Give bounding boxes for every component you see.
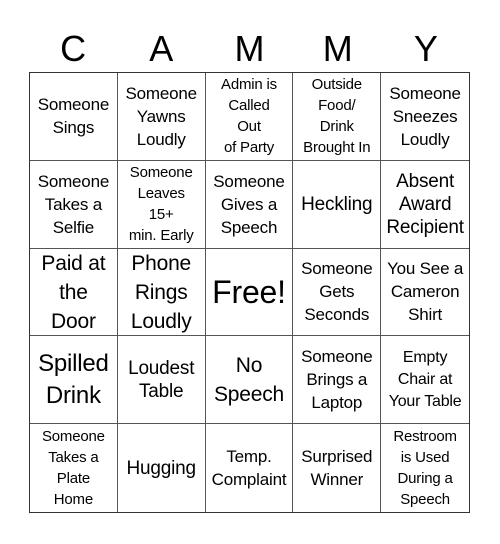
header-letter: M xyxy=(322,28,353,69)
header-letter: C xyxy=(60,28,87,69)
bingo-cell[interactable]: Phone Rings Loudly xyxy=(117,248,206,337)
bingo-cell[interactable]: Someone Brings a Laptop xyxy=(293,336,382,425)
bingo-cell[interactable]: Someone Sneezes Loudly xyxy=(381,73,469,161)
bingo-board: Someone Sings Someone Yawns Loudly Admin i… xyxy=(29,72,470,513)
bingo-cell[interactable]: Temp. Complaint xyxy=(206,424,294,512)
bingo-cell[interactable]: Outside Food/ Drink Brought In xyxy=(293,73,382,161)
bingo-cell[interactable]: No Speech xyxy=(205,336,294,425)
bingo-cell[interactable]: Paid at the Door xyxy=(30,248,118,337)
bingo-cell[interactable]: Someone Leaves 15+ min. Early xyxy=(117,160,206,249)
bingo-cell[interactable]: Admin is Called Out of Party xyxy=(205,73,294,161)
free-space-cell[interactable]: Free! xyxy=(205,248,294,337)
bingo-cell[interactable]: Absent Award Recipient xyxy=(381,161,469,249)
bingo-cell[interactable]: Empty Chair at Your Table xyxy=(381,336,469,425)
bingo-cell[interactable]: Someone Gets Seconds xyxy=(293,248,382,337)
header-letter: A xyxy=(149,28,174,69)
header-letter: M xyxy=(234,28,265,69)
bingo-cell[interactable]: Surprised Winner xyxy=(293,424,382,512)
bingo-cell[interactable]: You See a Cameron Shirt xyxy=(381,249,469,337)
bingo-cell[interactable]: Restroom is Used During a Speech xyxy=(381,424,469,512)
bingo-cell[interactable]: Someone Sings xyxy=(30,73,118,161)
bingo-header: C A M M Y xyxy=(29,26,470,72)
bingo-cell[interactable]: Someone Takes a Selfie xyxy=(30,160,118,249)
bingo-cell[interactable]: Loudest Table xyxy=(117,336,206,425)
bingo-cell[interactable]: Hugging xyxy=(118,424,206,512)
bingo-cell[interactable]: Heckling xyxy=(293,160,382,249)
header-letter: Y xyxy=(413,28,438,69)
bingo-cell[interactable]: Spilled Drink xyxy=(30,336,118,425)
bingo-cell[interactable]: Someone Yawns Loudly xyxy=(117,73,206,161)
bingo-cell[interactable]: Someone Takes a Plate Home xyxy=(30,424,118,512)
bingo-cell[interactable]: Someone Gives a Speech xyxy=(205,160,294,249)
